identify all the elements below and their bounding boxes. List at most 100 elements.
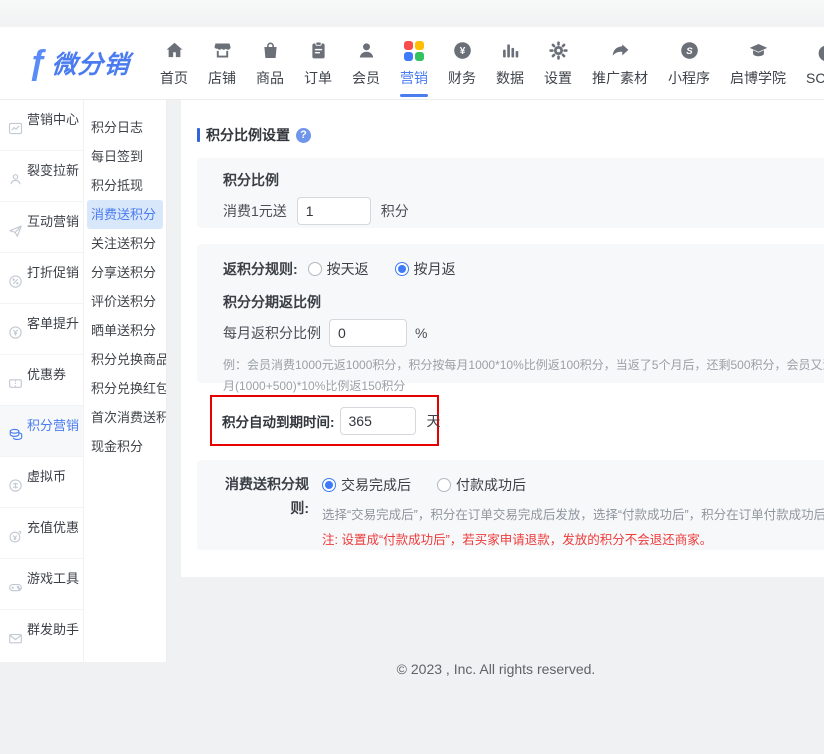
ratio-prefix-label: 消费1元送 xyxy=(223,201,287,221)
points-expiry-annotation-box: 积分自动到期时间: 天 xyxy=(210,395,439,446)
nav-item-miniprogram[interactable]: S 小程序 xyxy=(658,27,720,99)
submenu-item-consume-points[interactable]: 消费送积分 xyxy=(87,200,163,229)
storefront-icon xyxy=(212,39,233,63)
sidebar-item-fission-acquisition[interactable]: 裂变拉新 xyxy=(0,151,83,202)
page-title: 积分比例设置 xyxy=(206,125,290,145)
submenu-item-points-exchange-goods[interactable]: 积分兑换商品 xyxy=(84,345,166,374)
submenu-item-share-points[interactable]: 分享送积分 xyxy=(84,258,166,287)
submenu-item-photo-review-points[interactable]: 晒单送积分 xyxy=(84,316,166,345)
after-trade-complete-radio[interactable] xyxy=(322,478,336,492)
nav-item-home[interactable]: 首页 xyxy=(150,27,198,99)
home-icon xyxy=(164,39,185,63)
share-arrow-icon xyxy=(610,39,631,63)
gear-icon xyxy=(548,39,569,63)
submenu-item-review-points[interactable]: 评价送积分 xyxy=(84,287,166,316)
submenu-item-points-deduction[interactable]: 积分抵现 xyxy=(84,171,166,200)
nav-item-marketing[interactable]: 营销 xyxy=(390,27,438,99)
rebate-by-month-label[interactable]: 按月返 xyxy=(414,259,456,279)
points-expiry-label: 积分自动到期时间: xyxy=(222,411,335,431)
after-payment-radio[interactable] xyxy=(437,478,451,492)
pie-chart-icon xyxy=(816,41,824,65)
coins-icon xyxy=(8,427,23,442)
nav-item-finance[interactable]: ¥ 财务 xyxy=(438,27,486,99)
ratio-suffix-label: 积分 xyxy=(381,201,409,221)
nav-item-orders[interactable]: 订单 xyxy=(294,27,342,99)
rebate-by-month-radio[interactable] xyxy=(395,262,409,276)
after-trade-complete-label[interactable]: 交易完成后 xyxy=(341,475,411,495)
svg-text:S: S xyxy=(686,46,693,57)
coin-icon xyxy=(8,478,23,493)
brand-name: 微分销 xyxy=(51,45,132,81)
top-navbar: ƒ 微分销 首页 店铺 商品 订单 会员 营销 ¥ xyxy=(0,27,824,100)
envelope-icon xyxy=(8,631,23,646)
nav-item-settings[interactable]: 设置 xyxy=(534,27,582,99)
nav-item-members[interactable]: 会员 xyxy=(342,27,390,99)
nav-item-promo-materials[interactable]: 推广素材 xyxy=(582,27,658,99)
grant-rule-label: 消费送积分规则: xyxy=(223,472,309,550)
paper-plane-icon xyxy=(8,223,23,238)
bar-chart-icon xyxy=(500,39,521,63)
sidebar-item-virtual-coin[interactable]: 虚拟币 xyxy=(0,457,83,508)
sidebar-item-marketing-center[interactable]: 营销中心 xyxy=(0,100,83,151)
monthly-rebate-label: 每月返积分比例 xyxy=(223,323,321,343)
sidebar-item-recharge-deals[interactable]: 充值优惠 xyxy=(0,508,83,559)
rebate-rule-label: 返积分规则: xyxy=(223,259,298,279)
yuan-coin-icon: ¥ xyxy=(452,39,473,63)
person-plus-icon xyxy=(8,172,23,187)
installment-rebate-title: 积分分期返比例 xyxy=(223,292,824,312)
percent-unit-label: % xyxy=(415,325,427,341)
submenu-item-follow-points[interactable]: 关注送积分 xyxy=(84,229,166,258)
copyright-footer: © 2023 , Inc. All rights reserved. xyxy=(168,661,824,677)
member-icon xyxy=(356,39,377,63)
after-payment-label[interactable]: 付款成功后 xyxy=(456,475,526,495)
points-ratio-title: 积分比例 xyxy=(223,170,824,190)
primary-sidebar: 营销中心 裂变拉新 互动营销 打折促销 客单提升 优惠券 积分营销 虚拟币 充值… xyxy=(0,100,83,662)
submenu-item-points-log[interactable]: 积分日志 xyxy=(84,113,166,142)
rebate-by-day-label[interactable]: 按天返 xyxy=(327,259,369,279)
submenu-item-daily-checkin[interactable]: 每日签到 xyxy=(84,142,166,171)
rebate-rule-section: 返积分规则: 按天返 按月返 积分分期返比例 每月返积分比例 % 例：会员消费1… xyxy=(197,244,824,383)
rebate-example-text: 例：会员消费1000元返1000积分，积分按每月1000*10%比例返100积分… xyxy=(223,355,824,397)
percent-badge-icon xyxy=(8,274,23,289)
nav-item-goods[interactable]: 商品 xyxy=(246,27,294,99)
secondary-sidebar: 积分日志 每日签到 积分抵现 消费送积分 关注送积分 分享送积分 评价送积分 晒… xyxy=(83,100,167,662)
points-ratio-section: 积分比例 消费1元送 积分 xyxy=(197,158,824,228)
days-unit-label: 天 xyxy=(427,411,441,431)
sidebar-item-interactive-marketing[interactable]: 互动营销 xyxy=(0,202,83,253)
ratio-points-input[interactable] xyxy=(297,197,371,225)
nav-item-academy[interactable]: 启博学院 xyxy=(720,27,796,99)
main-content-area: 积分比例设置 ? 积分比例 消费1元送 积分 返积分规则: 按天返 按月返 积分… xyxy=(168,100,824,754)
submenu-item-first-consume-points[interactable]: 首次消费送积分 xyxy=(84,403,166,432)
sidebar-item-mass-sender[interactable]: 群发助手 xyxy=(0,610,83,660)
submenu-item-points-exchange-redpacket[interactable]: 积分兑换红包 xyxy=(84,374,166,403)
sidebar-item-discount-promo[interactable]: 打折促销 xyxy=(0,253,83,304)
help-icon[interactable]: ? xyxy=(296,128,311,143)
svg-text:¥: ¥ xyxy=(459,46,465,57)
rebate-by-day-radio[interactable] xyxy=(308,262,322,276)
title-accent-bar xyxy=(197,128,200,142)
monthly-rebate-input[interactable] xyxy=(329,319,407,347)
grant-rule-description: 选择“交易完成后”，积分在订单交易完成后发放，选择“付款成功后”，积分在订单付款… xyxy=(322,504,824,523)
submenu-item-cash-points[interactable]: 现金积分 xyxy=(84,432,166,461)
nav-item-scrm[interactable]: SCRM xyxy=(796,27,824,99)
marketing-grid-icon xyxy=(404,39,424,63)
points-expiry-input[interactable] xyxy=(340,407,416,435)
shopping-bag-icon xyxy=(260,39,281,63)
grant-rule-warning: 注: 设置成“付款成功后”，若买家申请退款，发放的积分不会退还商家。 xyxy=(322,529,824,548)
page-title-row: 积分比例设置 ? xyxy=(181,100,824,145)
nav-item-shop[interactable]: 店铺 xyxy=(198,27,246,99)
nav-item-data[interactable]: 数据 xyxy=(486,27,534,99)
clipboard-icon xyxy=(308,39,329,63)
brand-logo-icon: ƒ xyxy=(28,46,47,80)
yuan-circle-icon xyxy=(8,325,23,340)
miniprogram-icon: S xyxy=(679,39,700,63)
brand-logo[interactable]: ƒ 微分销 xyxy=(28,45,150,81)
sidebar-item-game-tools[interactable]: 游戏工具 xyxy=(0,559,83,610)
trend-chart-icon xyxy=(8,121,23,136)
window-top-strip xyxy=(0,0,824,27)
nav-menu: 首页 店铺 商品 订单 会员 营销 ¥ 财务 数 xyxy=(150,27,824,99)
sidebar-item-coupons[interactable]: 优惠券 xyxy=(0,355,83,406)
sidebar-item-points-marketing[interactable]: 积分营销 xyxy=(0,406,83,457)
gamepad-icon xyxy=(8,580,23,595)
sidebar-item-order-value-boost[interactable]: 客单提升 xyxy=(0,304,83,355)
